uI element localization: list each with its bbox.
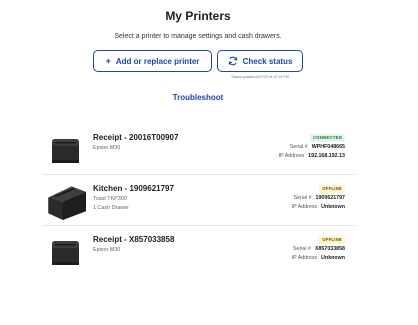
serial-field: Serial #1909621797 (294, 195, 345, 201)
printer-model: Epson M30 (93, 145, 121, 151)
printer-row-receipt-2[interactable]: Receipt - X857033858 Epson M30 OFFLINE S… (42, 226, 356, 276)
plus-icon: + (105, 55, 111, 66)
serial-value: X857033858 (314, 246, 345, 252)
printer-name: Kitchen - 1909621797 (93, 184, 174, 193)
ip-label: IP Address (278, 153, 305, 159)
cash-drawer-count: 1 Cash Drawer (93, 205, 129, 211)
ip-field: IP Address Unknown (292, 255, 345, 261)
serial-value: WPHF048665 (311, 144, 345, 150)
check-status-label: Check status (242, 56, 293, 66)
serial-label: Serial # (292, 246, 311, 252)
printer-list: Receipt - 20016T00907 Epson M30 CONNECTE… (42, 124, 356, 276)
serial-label: Serial # (293, 195, 312, 201)
ip-value: 192.168.192.13 (308, 153, 345, 159)
page-subtitle: Select a printer to manage settings and … (114, 33, 282, 40)
status-updated-text: Status updated 6/27/23 at 12:19 PM (231, 75, 289, 79)
serial-label: Serial # (289, 144, 308, 150)
printer-name: Receipt - 20016T00907 (93, 133, 179, 142)
serial-value: 1909621797 (315, 195, 345, 201)
ip-field: IP Address 192.168.192.13 (279, 153, 345, 159)
receipt-printer-image (52, 241, 79, 265)
ip-value: Unknown (321, 204, 345, 210)
printer-model: Epson M30 (93, 247, 121, 253)
check-status-button[interactable]: Check status (217, 50, 303, 72)
ip-value: Unknown (321, 255, 345, 261)
status-badge: CONNECTED (309, 134, 345, 142)
serial-field: Serial # X857033858 (293, 246, 345, 252)
status-badge: OFFLINE (319, 185, 345, 193)
serial-field: Serial # WPHF048665 (290, 144, 345, 150)
status-badge: OFFLINE (319, 236, 345, 244)
add-printer-label: Add or replace printer (115, 56, 200, 66)
add-printer-button[interactable]: + Add or replace printer (93, 50, 212, 72)
refresh-icon (228, 56, 238, 66)
page-title: My Printers (165, 9, 231, 23)
printer-row-receipt-1[interactable]: Receipt - 20016T00907 Epson M30 CONNECTE… (42, 124, 356, 175)
ip-label: IP Address (291, 255, 318, 261)
receipt-printer-image (52, 139, 79, 163)
printer-name: Receipt - X857033858 (93, 235, 175, 244)
ip-field: IP Address Unknown (292, 204, 345, 210)
kitchen-printer-image (48, 186, 86, 220)
ip-label: IP Address (291, 204, 318, 210)
printer-model: Toast TKP300 (93, 196, 127, 202)
printers-page: My Printers Select a printer to manage s… (0, 0, 418, 325)
troubleshoot-link[interactable]: Troubleshoot (0, 93, 396, 102)
printer-row-kitchen[interactable]: Kitchen - 1909621797 Toast TKP300 1 Cash… (42, 175, 356, 226)
